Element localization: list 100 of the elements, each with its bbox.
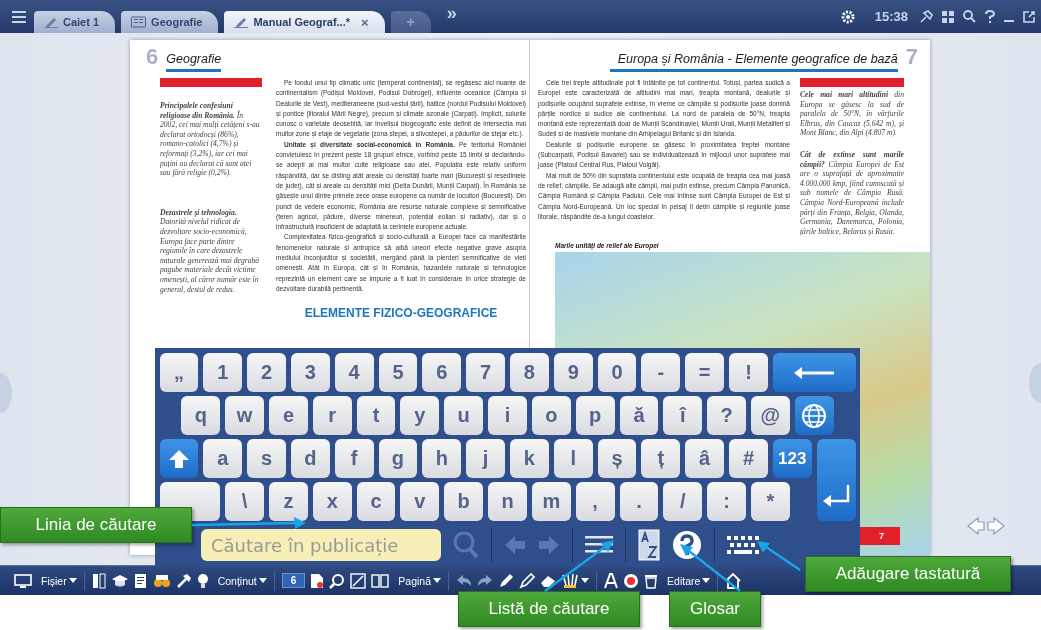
home-icon[interactable] bbox=[725, 572, 742, 589]
key[interactable]: t bbox=[356, 396, 396, 435]
lightbulb-icon[interactable] bbox=[196, 572, 209, 589]
key[interactable]: o bbox=[531, 396, 571, 435]
key[interactable]: = bbox=[685, 353, 725, 392]
redo-icon[interactable] bbox=[477, 574, 494, 587]
key[interactable]: 4 bbox=[334, 353, 374, 392]
more-tabs-button[interactable]: » bbox=[446, 3, 457, 24]
brush-icon[interactable] bbox=[561, 572, 580, 589]
undo-icon[interactable] bbox=[456, 574, 473, 587]
page-nav-arrows-icon[interactable] bbox=[966, 517, 1006, 535]
key[interactable]: 7 bbox=[466, 353, 505, 392]
key[interactable]: 2 bbox=[247, 353, 286, 392]
document-tab[interactable]: Manual Geograf...* × bbox=[224, 11, 385, 33]
key[interactable]: n bbox=[488, 482, 527, 521]
key[interactable]: ă bbox=[619, 396, 659, 435]
key[interactable]: x bbox=[312, 482, 352, 521]
hammer-icon[interactable] bbox=[175, 572, 192, 589]
key[interactable]: v bbox=[400, 482, 440, 521]
key[interactable]: 3 bbox=[290, 353, 330, 392]
page-icon[interactable] bbox=[310, 572, 325, 589]
pen-icon[interactable] bbox=[498, 572, 515, 589]
key[interactable]: 1 bbox=[203, 353, 243, 392]
key[interactable]: * bbox=[750, 482, 790, 521]
binoculars-icon[interactable] bbox=[152, 572, 171, 589]
key[interactable]: ! bbox=[729, 353, 768, 392]
file-menu[interactable]: Fișier bbox=[41, 574, 67, 587]
key[interactable]: g bbox=[378, 439, 418, 478]
key[interactable]: ? bbox=[707, 396, 746, 435]
key[interactable]: â bbox=[685, 439, 725, 478]
key[interactable]: j bbox=[466, 439, 505, 478]
key[interactable]: 8 bbox=[510, 353, 549, 392]
glossary-icon[interactable] bbox=[638, 529, 660, 561]
key[interactable]: e bbox=[269, 396, 308, 435]
key[interactable]: p bbox=[575, 396, 615, 435]
list-icon[interactable] bbox=[585, 534, 613, 556]
target-icon[interactable] bbox=[623, 572, 640, 589]
key[interactable]: d bbox=[290, 439, 330, 478]
key[interactable]: h bbox=[422, 439, 462, 478]
content-menu[interactable]: Conținut bbox=[217, 574, 257, 587]
close-tab-button[interactable]: × bbox=[361, 14, 369, 30]
crop-icon[interactable] bbox=[350, 572, 367, 589]
key[interactable]: . bbox=[619, 482, 659, 521]
page-number-field[interactable]: 6 bbox=[281, 573, 306, 588]
key[interactable]: y bbox=[400, 396, 440, 435]
key[interactable]: f bbox=[334, 439, 374, 478]
key[interactable]: b bbox=[444, 482, 484, 521]
key[interactable]: , bbox=[575, 482, 615, 521]
numbers-key[interactable]: 123 bbox=[772, 439, 812, 478]
key[interactable]: c bbox=[356, 482, 396, 521]
page-menu[interactable]: Pagină bbox=[398, 574, 432, 587]
text-tool-icon[interactable] bbox=[604, 572, 619, 589]
key[interactable]: r bbox=[312, 396, 352, 435]
eraser-icon[interactable] bbox=[540, 573, 557, 588]
pin-icon[interactable] bbox=[919, 9, 933, 24]
document-tab[interactable]: Caiet 1 bbox=[34, 11, 116, 33]
key[interactable]: - bbox=[641, 353, 681, 392]
document-icon[interactable] bbox=[133, 572, 148, 589]
shift-key[interactable] bbox=[159, 439, 199, 478]
document-tab[interactable]: Geografie bbox=[121, 11, 219, 33]
globe-key[interactable] bbox=[794, 396, 834, 435]
key[interactable]: k bbox=[510, 439, 549, 478]
zoom-icon[interactable] bbox=[329, 572, 346, 589]
key[interactable]: „ bbox=[159, 353, 199, 392]
menu-icon[interactable] bbox=[12, 10, 26, 23]
key[interactable]: 6 bbox=[422, 353, 462, 392]
help-icon[interactable] bbox=[985, 9, 995, 24]
key[interactable]: # bbox=[729, 439, 768, 478]
edit-menu[interactable]: Editare bbox=[667, 574, 701, 587]
key[interactable]: i bbox=[488, 396, 527, 435]
key[interactable]: 0 bbox=[597, 353, 637, 392]
key[interactable]: : bbox=[707, 482, 746, 521]
key[interactable]: ș bbox=[597, 439, 637, 478]
panel-icon[interactable] bbox=[91, 572, 106, 589]
gear-icon[interactable] bbox=[839, 8, 856, 25]
key[interactable]: m bbox=[531, 482, 571, 521]
key[interactable]: q bbox=[181, 396, 221, 435]
backspace-key[interactable] bbox=[772, 353, 856, 392]
key[interactable]: l bbox=[553, 439, 593, 478]
two-pages-icon[interactable] bbox=[371, 573, 390, 588]
enter-key[interactable] bbox=[816, 439, 856, 521]
key[interactable]: ț bbox=[641, 439, 681, 478]
key[interactable]: / bbox=[663, 482, 703, 521]
keyboard-icon[interactable] bbox=[727, 535, 759, 555]
key[interactable]: \ bbox=[225, 482, 265, 521]
key[interactable]: î bbox=[663, 396, 703, 435]
key[interactable]: u bbox=[444, 396, 484, 435]
key[interactable]: s bbox=[247, 439, 286, 478]
search-field[interactable]: Căutare în publicație bbox=[201, 529, 441, 561]
trash-icon[interactable] bbox=[644, 572, 659, 589]
key[interactable]: z bbox=[269, 482, 308, 521]
marker-icon[interactable] bbox=[519, 572, 536, 589]
grid-icon[interactable] bbox=[942, 10, 954, 23]
key[interactable]: 9 bbox=[553, 353, 593, 392]
graduation-cap-icon[interactable] bbox=[110, 572, 129, 589]
monitor-icon[interactable] bbox=[14, 573, 32, 588]
key[interactable]: @ bbox=[750, 396, 790, 435]
key[interactable]: w bbox=[225, 396, 265, 435]
key[interactable]: a bbox=[203, 439, 243, 478]
restore-icon[interactable] bbox=[1023, 10, 1035, 23]
